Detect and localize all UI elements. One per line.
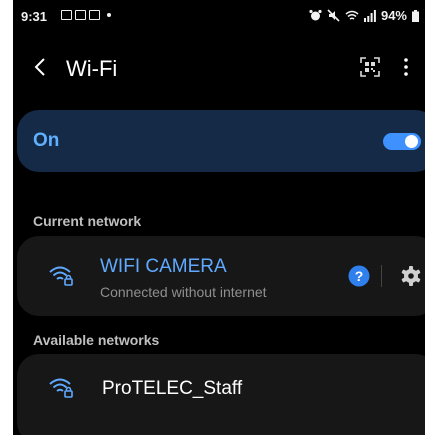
signal-icon: [363, 9, 376, 22]
switch-knob: [405, 135, 418, 148]
wifi-switch[interactable]: [383, 133, 421, 150]
toggle-label: On: [33, 130, 60, 151]
gallery-notification-icon: [61, 10, 72, 20]
current-network-name: WIFI CAMERA: [100, 256, 227, 277]
available-networks-header: Available networks: [33, 332, 160, 348]
qr-code-scanner-icon[interactable]: [359, 56, 381, 78]
alarm-icon: [309, 9, 322, 21]
current-network-status: Connected without internet: [100, 284, 267, 300]
more-options-icon[interactable]: [401, 56, 411, 78]
message-notification-icon: [75, 10, 86, 20]
battery-percent: 94%: [380, 8, 407, 23]
status-right: 94%: [309, 8, 419, 23]
back-arrow-icon[interactable]: [31, 55, 51, 79]
app-bar: Wi-Fi: [13, 48, 425, 88]
mute-icon: [327, 9, 340, 22]
available-network-name: ProTELEC_Staff: [102, 378, 243, 399]
phone-screen: 9:31 94% Wi-Fi On Current network WIFI C…: [13, 0, 425, 435]
status-time: 9:31: [21, 9, 48, 24]
wifi-secured-icon: [49, 266, 73, 286]
battery-icon: [412, 9, 419, 22]
notification-icons: [61, 10, 111, 20]
current-network-row[interactable]: WIFI CAMERA Connected without internet: [17, 236, 347, 316]
wifi-secured-icon: [49, 378, 73, 398]
vertical-divider: [381, 265, 382, 287]
wifi-status-icon: [345, 10, 359, 20]
status-bar: 9:31 94%: [13, 0, 425, 34]
more-notifications-dot-icon: [107, 13, 111, 17]
page-title: Wi-Fi: [66, 56, 118, 81]
available-network-row[interactable]: ProTELEC_Staff: [17, 354, 425, 435]
current-network-card: WIFI CAMERA Connected without internet ?: [17, 236, 425, 316]
current-network-header: Current network: [33, 213, 142, 229]
help-icon[interactable]: ?: [348, 265, 370, 287]
available-networks-card: ProTELEC_Staff: [17, 354, 425, 435]
app-notification-icon: [89, 10, 100, 20]
gear-icon[interactable]: [400, 265, 422, 287]
wifi-master-toggle[interactable]: On: [17, 110, 425, 172]
svg-text:?: ?: [355, 268, 364, 284]
